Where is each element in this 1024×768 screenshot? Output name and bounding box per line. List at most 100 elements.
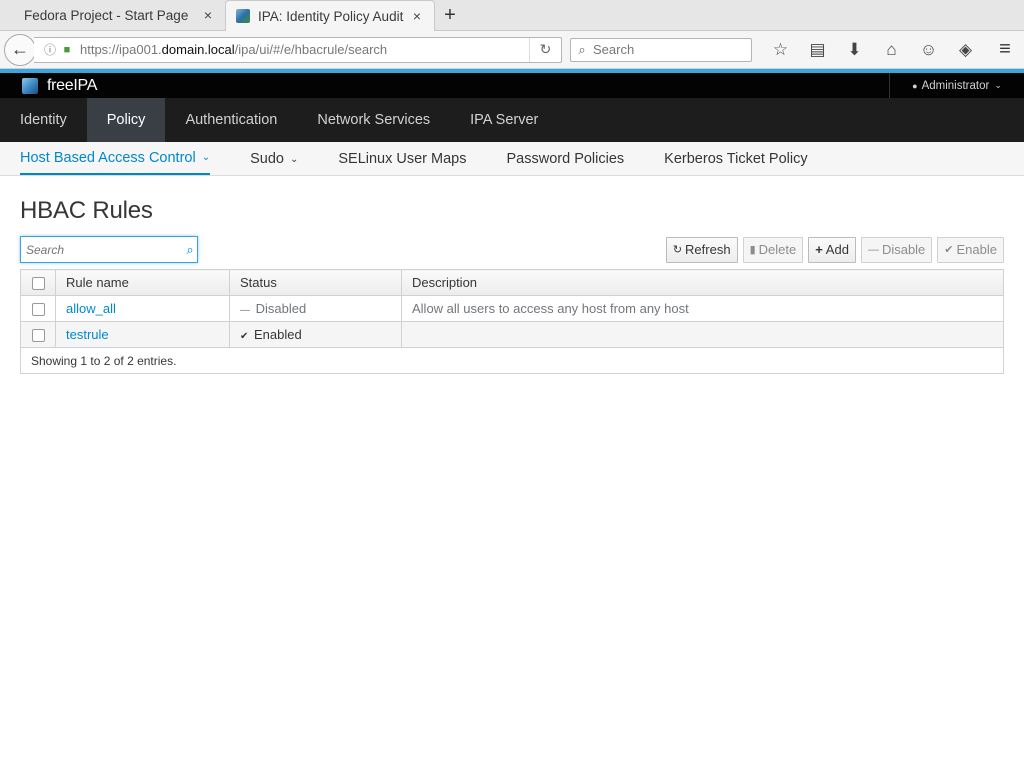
row-checkbox[interactable] [31, 329, 45, 343]
table-row: allow_all — Disabled Allow all users to … [20, 295, 1004, 322]
filter-input[interactable] [21, 237, 183, 262]
chevron-down-icon: ⌄ [994, 80, 1002, 90]
rule-name-cell: testrule [55, 321, 230, 348]
row-select-cell [20, 295, 56, 322]
header-rule-name[interactable]: Rule name [55, 269, 230, 296]
trash-icon: ▮ [749, 244, 756, 256]
info-icon[interactable]: ⓘ [40, 41, 60, 58]
refresh-button[interactable]: ↻ Refresh [665, 236, 738, 263]
new-tab-icon[interactable]: + [435, 0, 465, 30]
user-icon: ● [912, 80, 918, 91]
pocket-icon[interactable]: ◈ [947, 40, 984, 60]
add-button[interactable]: + Add [808, 236, 856, 263]
select-all-cell [20, 269, 56, 296]
search-icon[interactable]: ⌕ [183, 242, 197, 258]
row-checkbox[interactable] [31, 303, 45, 317]
refresh-label: Refresh [685, 242, 731, 257]
status-cell: ✔ Enabled [229, 321, 402, 348]
minus-icon: — [240, 305, 250, 316]
disable-button[interactable]: — Disable [860, 236, 933, 263]
chat-icon[interactable]: ☺ [910, 40, 947, 60]
browser-tab-ipa[interactable]: IPA: Identity Policy Audit × [225, 0, 435, 31]
minus-icon: — [867, 243, 879, 256]
freeipa-favicon-icon [236, 9, 250, 23]
delete-label: Delete [758, 242, 797, 257]
browser-search-input[interactable]: ⌕ Search [570, 37, 752, 62]
search-placeholder: Search [593, 42, 635, 57]
nav-authentication[interactable]: Authentication [165, 98, 297, 142]
description-cell: Allow all users to access any host from … [401, 295, 1004, 322]
tab-title: Fedora Project - Start Page [24, 7, 189, 23]
brand-name: freeIPA [47, 76, 98, 94]
status-text: Enabled [254, 327, 302, 342]
status-text: Disabled [255, 301, 307, 316]
subnav-sudo-label: Sudo [250, 151, 284, 167]
check-icon: ✔ [944, 244, 954, 256]
subnav-kerberos[interactable]: Kerberos Ticket Policy [664, 142, 807, 176]
add-label: Add [825, 242, 849, 257]
rule-link[interactable]: testrule [66, 327, 109, 342]
nav-policy[interactable]: Policy [86, 98, 166, 142]
subnav-hbac-label: Host Based Access Control [20, 149, 196, 166]
nav-identity[interactable]: Identity [0, 98, 87, 142]
status-cell: — Disabled [229, 295, 402, 322]
action-buttons: ↻ Refresh ▮ Delete + Add — Disable ✔ Ena… [665, 236, 1004, 263]
hamburger-menu-icon[interactable]: ≡ [990, 38, 1020, 61]
browser-tab-fedora[interactable]: Fedora Project - Start Page × [0, 0, 225, 30]
bookmark-star-icon[interactable]: ☆ [762, 40, 799, 60]
reload-icon[interactable]: ↻ [529, 37, 561, 62]
filter-box: ⌕ [20, 236, 198, 263]
chevron-down-icon: ⌄ [201, 152, 211, 163]
tab-close-icon[interactable]: × [201, 7, 215, 23]
enable-button[interactable]: ✔ Enable [937, 236, 1004, 263]
check-icon: ✔ [240, 331, 249, 342]
rule-link[interactable]: allow_all [66, 301, 116, 316]
brand-bar: freeIPA ● Administrator ⌄ [0, 73, 1024, 98]
table-footer-row: Showing 1 to 2 of 2 entries. [20, 347, 1004, 374]
refresh-icon: ↻ [672, 244, 683, 256]
select-all-checkbox[interactable] [31, 277, 45, 291]
rules-table: Rule name Status Description allow_all —… [20, 269, 1004, 374]
plus-icon: + [815, 242, 823, 257]
disable-label: Disable [881, 242, 926, 257]
header-status[interactable]: Status [229, 269, 402, 296]
delete-button[interactable]: ▮ Delete [742, 236, 804, 263]
subnav-hbac[interactable]: Host Based Access Control ⌄ [20, 142, 211, 175]
rule-name-cell: allow_all [55, 295, 230, 322]
row-select-cell [20, 321, 56, 348]
user-name: Administrator [921, 79, 990, 92]
controls-row: ⌕ ↻ Refresh ▮ Delete + Add — Disable ✔ E… [20, 236, 1004, 263]
reading-list-icon[interactable]: ▤ [799, 40, 836, 60]
pagination-summary: Showing 1 to 2 of 2 entries. [20, 347, 1004, 374]
table-row: testrule ✔ Enabled [20, 321, 1004, 348]
browser-toolbar-icons: ☆ ▤ ⬇ ⌂ ☺ ◈ [762, 40, 984, 60]
search-icon: ⌕ [578, 41, 586, 57]
page-title: HBAC Rules [20, 197, 153, 224]
primary-nav: Identity Policy Authentication Network S… [0, 98, 1024, 142]
brand-logo[interactable]: freeIPA [0, 77, 97, 95]
back-arrow-icon[interactable]: ← [4, 33, 36, 66]
freeipa-logo-icon [22, 77, 38, 94]
download-icon[interactable]: ⬇ [836, 40, 873, 60]
browser-tab-bar: Fedora Project - Start Page × IPA: Ident… [0, 0, 1024, 31]
subnav-password-policies[interactable]: Password Policies [507, 142, 625, 176]
nav-network-services[interactable]: Network Services [297, 98, 450, 142]
main-content: HBAC Rules ⌕ ↻ Refresh ▮ Delete + Add — … [0, 197, 1024, 374]
nav-ipa-server[interactable]: IPA Server [450, 98, 558, 142]
subnav-selinux[interactable]: SELinux User Maps [338, 142, 466, 176]
header-description[interactable]: Description [401, 269, 1004, 296]
secondary-nav: Host Based Access Control ⌄ Sudo ⌄ SELin… [0, 142, 1024, 176]
lock-icon: ■ [63, 43, 71, 56]
table-header-row: Rule name Status Description [20, 269, 1004, 296]
description-cell [401, 321, 1004, 348]
url-bar[interactable]: ⓘ ■ https://ipa001.domain.local/ipa/ui/#… [34, 36, 562, 63]
tab-title: IPA: Identity Policy Audit [258, 8, 404, 24]
browser-navbar: ← ⓘ ■ https://ipa001.domain.local/ipa/ui… [0, 31, 1024, 69]
user-menu[interactable]: ● Administrator ⌄ [889, 73, 1024, 98]
chevron-down-icon: ⌄ [289, 153, 299, 165]
enable-label: Enable [956, 242, 997, 257]
tab-close-icon[interactable]: × [410, 8, 424, 24]
home-icon[interactable]: ⌂ [873, 40, 910, 60]
subnav-sudo[interactable]: Sudo ⌄ [250, 142, 298, 176]
url-text[interactable]: https://ipa001.domain.local/ipa/ui/#/e/h… [74, 42, 529, 57]
